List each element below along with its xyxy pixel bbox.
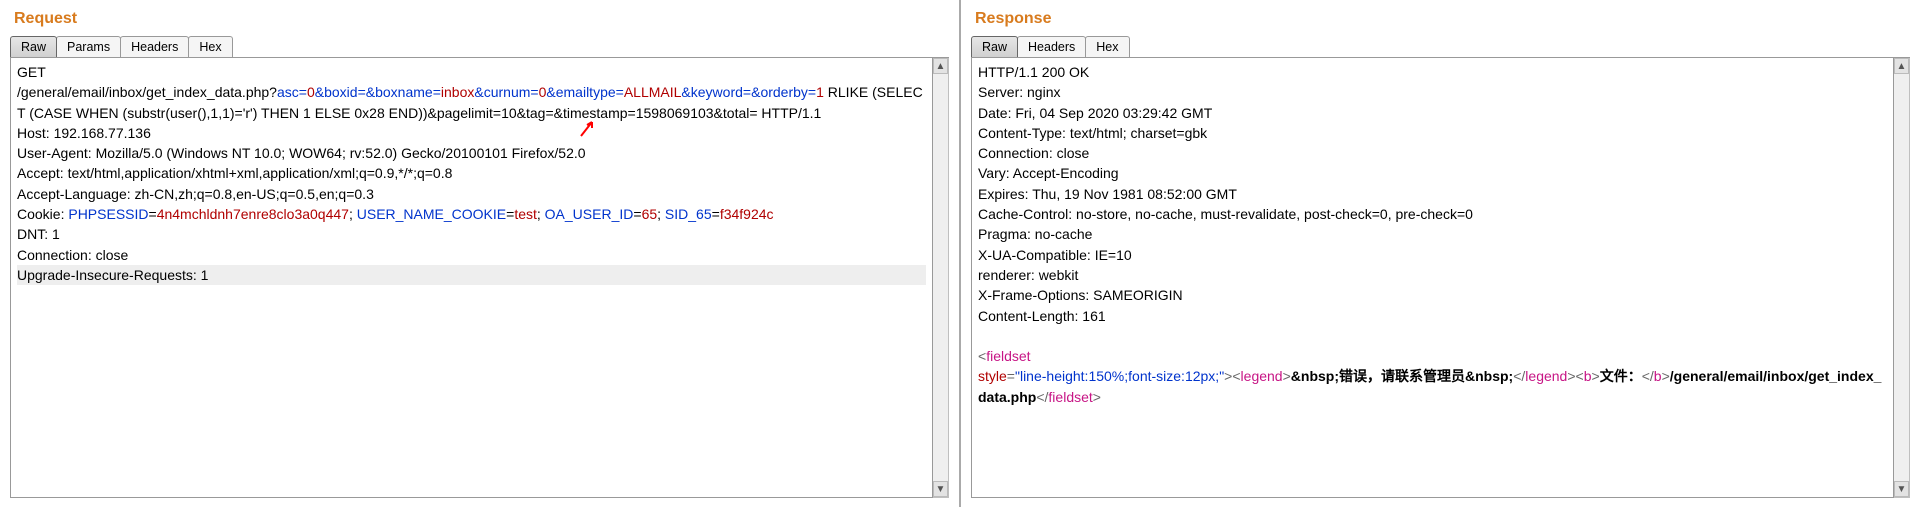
- tab-params[interactable]: Params: [56, 36, 121, 57]
- resp-header-renderer: renderer: webkit: [978, 265, 1887, 285]
- resp-header-date: Date: Fri, 04 Sep 2020 03:29:42 GMT: [978, 103, 1887, 123]
- header-host: Host: 192.168.77.136: [17, 123, 926, 143]
- header-conn: Connection: close: [17, 245, 926, 265]
- resp-header-vary: Vary: Accept-Encoding: [978, 163, 1887, 183]
- tab-raw[interactable]: Raw: [10, 36, 57, 57]
- resp-header-xframe: X-Frame-Options: SAMEORIGIN: [978, 285, 1887, 305]
- scrollbar[interactable]: ▲ ▼: [1894, 58, 1910, 498]
- request-content[interactable]: GET/general/email/inbox/get_index_data.p…: [10, 58, 933, 498]
- header-dnt: DNT: 1: [17, 224, 926, 244]
- resp-header-pragma: Pragma: no-cache: [978, 224, 1887, 244]
- blank-line: [978, 326, 1887, 346]
- body-fieldset-rest: style="line-height:150%;font-size:12px;"…: [978, 366, 1887, 407]
- resp-header-expires: Expires: Thu, 19 Nov 1981 08:52:00 GMT: [978, 184, 1887, 204]
- resp-header-conn: Connection: close: [978, 143, 1887, 163]
- resp-header-server: Server: nginx: [978, 82, 1887, 102]
- response-title: Response: [975, 10, 1910, 28]
- resp-header-clen: Content-Length: 161: [978, 306, 1887, 326]
- request-method: GET: [17, 62, 926, 82]
- header-ua: User-Agent: Mozilla/5.0 (Windows NT 10.0…: [17, 143, 926, 163]
- tab-hex[interactable]: Hex: [1085, 36, 1129, 57]
- response-tabs: Raw Headers Hex: [971, 36, 1910, 58]
- header-accept_lang: Accept-Language: zh-CN,zh;q=0.8,en-US;q=…: [17, 184, 926, 204]
- header-upgrade: Upgrade-Insecure-Requests: 1: [17, 265, 926, 285]
- tab-headers[interactable]: Headers: [1017, 36, 1086, 57]
- request-panel: Request Raw Params Headers Hex GET/gener…: [0, 0, 959, 507]
- request-title: Request: [14, 10, 949, 28]
- scroll-up-icon[interactable]: ▲: [1894, 58, 1909, 74]
- tab-raw[interactable]: Raw: [971, 36, 1018, 57]
- main-container: Request Raw Params Headers Hex GET/gener…: [0, 0, 1920, 507]
- resp-header-xua: X-UA-Compatible: IE=10: [978, 245, 1887, 265]
- scrollbar[interactable]: ▲ ▼: [933, 58, 949, 498]
- body-fieldset-open: <fieldset: [978, 346, 1887, 366]
- resp-header-ctype: Content-Type: text/html; charset=gbk: [978, 123, 1887, 143]
- response-content[interactable]: HTTP/1.1 200 OKServer: nginxDate: Fri, 0…: [971, 58, 1894, 498]
- tab-headers[interactable]: Headers: [120, 36, 189, 57]
- request-tabs: Raw Params Headers Hex: [10, 36, 949, 58]
- response-panel: Response Raw Headers Hex HTTP/1.1 200 OK…: [961, 0, 1920, 507]
- status-line: HTTP/1.1 200 OK: [978, 62, 1887, 82]
- resp-header-cache: Cache-Control: no-store, no-cache, must-…: [978, 204, 1887, 224]
- tab-hex[interactable]: Hex: [188, 36, 232, 57]
- header-cookie: Cookie: PHPSESSID=4n4mchldnh7enre8clo3a0…: [17, 204, 926, 224]
- scroll-down-icon[interactable]: ▼: [1894, 481, 1909, 497]
- header-accept: Accept: text/html,application/xhtml+xml,…: [17, 163, 926, 183]
- request-url: /general/email/inbox/get_index_data.php?…: [17, 82, 926, 123]
- scroll-down-icon[interactable]: ▼: [933, 481, 948, 497]
- scroll-up-icon[interactable]: ▲: [933, 58, 948, 74]
